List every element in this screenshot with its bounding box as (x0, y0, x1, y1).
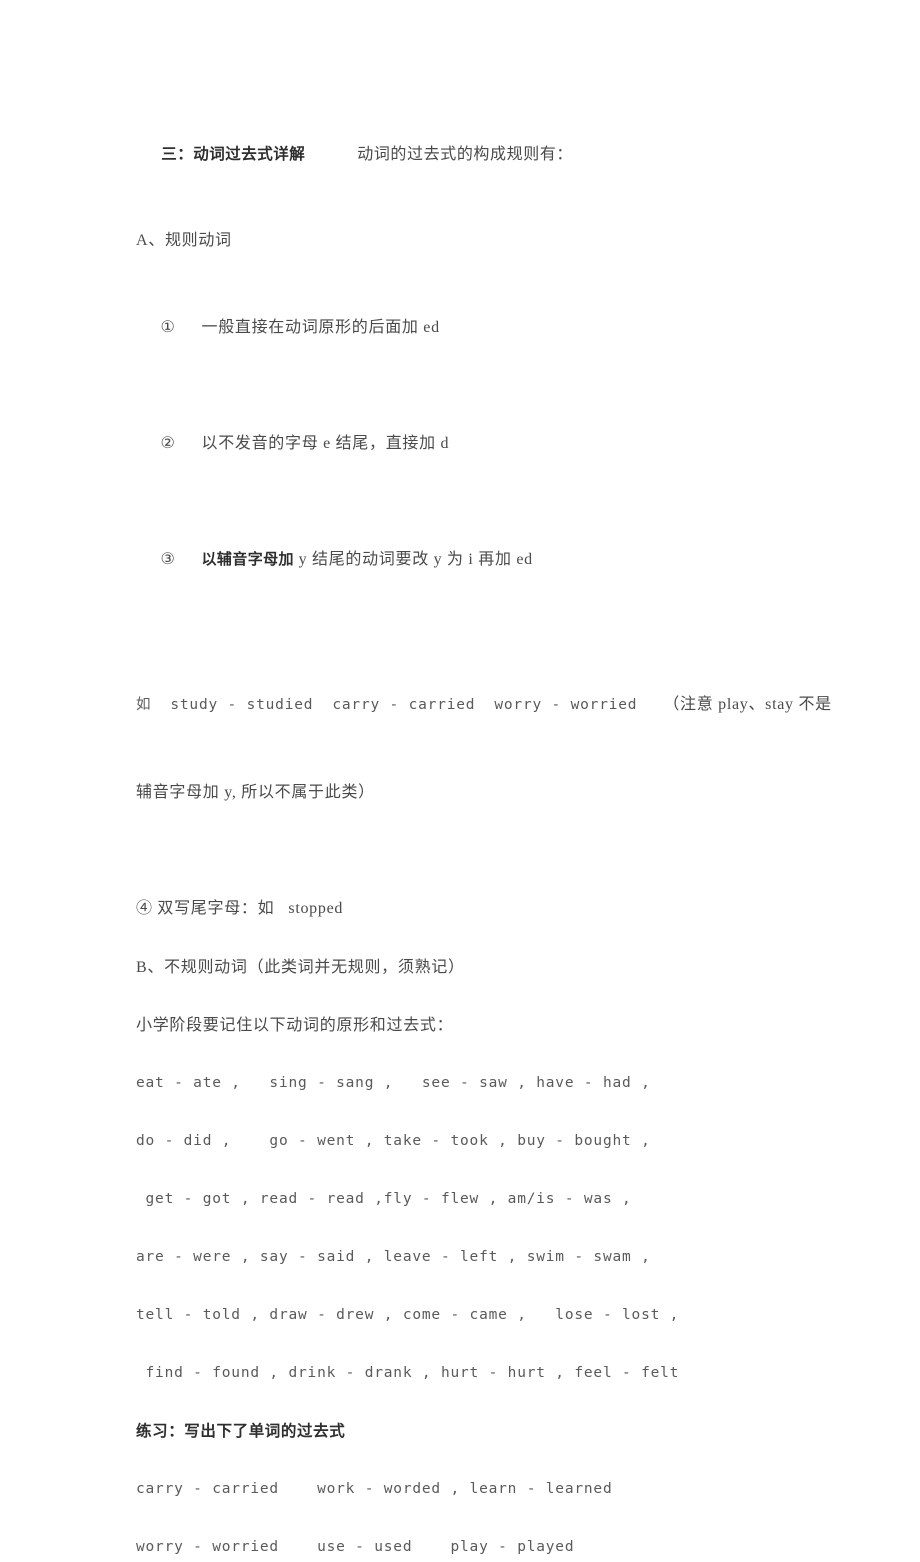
verb-line-6: find - found , drink - drank , hurt - hu… (136, 1365, 680, 1381)
rule-text-1: 一般直接在动词原形的后面加 ed (201, 319, 440, 336)
section-heading-subtitle: 动词的过去式的构成规则有： (357, 146, 574, 163)
exercise-heading: 练习：写出下了单词的过去式 (136, 1422, 346, 1440)
exercise-line-1: carry - carried work - worded , learn - … (136, 1481, 613, 1497)
document-content: 三：动词过去式详解 动词的过去式的构成规则有： A、规则动词 ① 一般直接在动词原形… (136, 112, 836, 1562)
rule-text-2: 以不发音的字母 e 结尾，直接加 d (201, 435, 450, 452)
rule-marker-2: ② (160, 435, 176, 452)
rule-item-2: ② 以不发音的字母 e 结尾，直接加 d (136, 400, 836, 487)
verb-line-5: tell - told , draw - drew , come - came … (136, 1307, 680, 1323)
section-b-label: B、不规则动词（此类词并无规则，须熟记） (136, 959, 465, 976)
verb-line-2: do - did , go - went , take - took , buy… (136, 1133, 651, 1149)
rule-example-line-1: 如 study - studied carry - carried worry … (136, 690, 836, 720)
rule-item-1: ① 一般直接在动词原形的后面加 ed (136, 284, 836, 371)
rule-text-3: y 结尾的动词要改 y 为 i 再加 ed (293, 551, 533, 568)
rule-bold-3: 以辅音字母加 (201, 550, 294, 568)
exercise-line-2: worry - worried use - used play - played (136, 1539, 575, 1555)
rule-example-paragraph: 如 study - studied carry - carried worry … (136, 632, 836, 865)
rule-marker-1: ① (160, 319, 176, 336)
rule-item-3: ③ 以辅音字母加 y 结尾的动词要改 y 为 i 再加 ed (136, 516, 836, 603)
verb-line-1: eat - ate , sing - sang , see - saw , ha… (136, 1075, 651, 1091)
verb-line-3: get - got , read - read ,fly - flew , am… (136, 1191, 632, 1207)
section-a-label: A、规则动词 (136, 232, 232, 249)
rule-item-4: ④ 双写尾字母：如 stopped (136, 900, 344, 917)
section-heading-title: 三：动词过去式详解 (161, 145, 306, 163)
section-heading: 三：动词过去式详解 动词的过去式的构成规则有： (136, 112, 836, 197)
rule-example-mono: 如 study - studied carry - carried worry … (136, 697, 638, 713)
document-page: 三：动词过去式详解 动词的过去式的构成规则有： A、规则动词 ① 一般直接在动词原形… (0, 0, 920, 1555)
rule-marker-3: ③ (160, 551, 176, 568)
verb-line-4: are - were , say - said , leave - left ,… (136, 1249, 651, 1265)
rule-example-line-2: 辅音字母加 y, 所以不属于此类） (136, 784, 375, 801)
section-b-intro: 小学阶段要记住以下动词的原形和过去式： (136, 1017, 454, 1034)
rule-example-note: （注意 play、stay 不是 (663, 696, 832, 713)
